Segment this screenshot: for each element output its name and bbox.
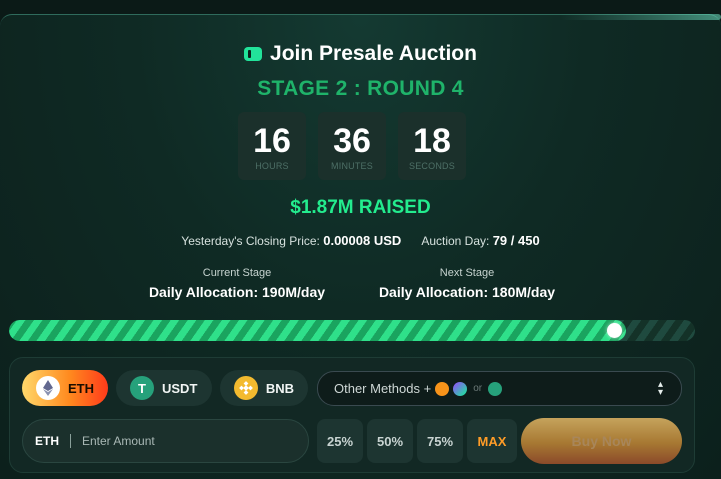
tether-icon: T bbox=[130, 376, 154, 400]
hours-value: 16 bbox=[253, 122, 291, 160]
next-alloc-value: 180M/day bbox=[492, 284, 556, 300]
percent-25-button[interactable]: 25% bbox=[317, 419, 363, 463]
minutes-value: 36 bbox=[333, 122, 371, 160]
closing-price-value: 0.00008 USD bbox=[323, 233, 402, 248]
ethereum-icon bbox=[36, 376, 60, 400]
bitcoin-icon bbox=[435, 381, 450, 396]
tether-icon bbox=[488, 381, 503, 396]
ticket-icon bbox=[244, 47, 263, 61]
timer-minutes: 36 MINUTES bbox=[318, 112, 386, 180]
minutes-label: MINUTES bbox=[331, 161, 373, 171]
or-label: or bbox=[473, 383, 483, 394]
currency-usdt-label: USDT bbox=[162, 380, 198, 396]
binance-icon bbox=[234, 376, 258, 400]
raised-amount: $1.87M RAISED bbox=[290, 197, 431, 218]
stage-round: STAGE 2 : ROUND 4 bbox=[257, 77, 464, 100]
seconds-label: SECONDS bbox=[409, 161, 455, 171]
hours-label: HOURS bbox=[255, 161, 289, 171]
max-button[interactable]: MAX bbox=[467, 419, 517, 463]
buy-now-button[interactable]: Buy Now bbox=[521, 418, 682, 464]
timer-seconds: 18 SECONDS bbox=[398, 112, 466, 180]
next-alloc-label: Daily Allocation: bbox=[378, 284, 489, 300]
solana-icon bbox=[453, 381, 468, 396]
other-methods-label: Other Methods + bbox=[334, 381, 432, 396]
amount-currency: ETH bbox=[35, 434, 59, 448]
next-allocation: Daily Allocation: 180M/day bbox=[368, 284, 566, 300]
countdown-timer: 16 HOURS 36 MINUTES 18 SECONDS bbox=[238, 112, 466, 180]
title-row: Join Presale Auction bbox=[0, 42, 721, 66]
page-title: Join Presale Auction bbox=[270, 42, 477, 65]
amount-input[interactable] bbox=[82, 434, 262, 448]
percent-50-button[interactable]: 50% bbox=[367, 419, 413, 463]
progress-knob bbox=[607, 323, 622, 338]
timer-hours: 16 HOURS bbox=[238, 112, 306, 180]
next-stage: Next Stage Daily Allocation: 180M/day bbox=[368, 267, 566, 300]
closing-price-label: Yesterday's Closing Price: bbox=[181, 234, 320, 248]
current-allocation: Daily Allocation: 190M/day bbox=[139, 284, 335, 300]
current-stage-label: Current Stage bbox=[202, 267, 272, 279]
next-stage-label: Next Stage bbox=[439, 267, 495, 279]
auction-day-label: Auction Day: bbox=[421, 234, 490, 248]
percent-75-button[interactable]: 75% bbox=[417, 419, 463, 463]
amount-field: ETH bbox=[22, 419, 309, 463]
price-info: Yesterday's Closing Price: 0.00008 USD A… bbox=[0, 233, 721, 248]
progress-fill bbox=[9, 320, 626, 341]
progress-bar bbox=[9, 320, 695, 341]
auction-day-value: 79 / 450 bbox=[492, 233, 540, 248]
currency-eth-button[interactable]: ETH bbox=[22, 370, 108, 406]
top-glow bbox=[560, 14, 721, 20]
currency-bnb-button[interactable]: BNB bbox=[220, 370, 308, 406]
chevron-updown-icon: ▴ ▾ bbox=[657, 379, 663, 398]
buy-card: ETH T USDT BNB Other Methods + or ▴ ▾ ETH… bbox=[9, 357, 695, 473]
current-alloc-value: 190M/day bbox=[262, 284, 326, 300]
amount-divider bbox=[70, 434, 71, 448]
other-methods-select[interactable]: Other Methods + or ▴ ▾ bbox=[317, 371, 682, 406]
current-alloc-label: Daily Allocation: bbox=[148, 284, 259, 300]
currency-usdt-button[interactable]: T USDT bbox=[116, 370, 212, 406]
current-stage: Current Stage Daily Allocation: 190M/day bbox=[139, 267, 335, 300]
currency-eth-label: ETH bbox=[68, 380, 94, 396]
seconds-value: 18 bbox=[413, 122, 451, 160]
currency-bnb-label: BNB bbox=[265, 380, 294, 396]
